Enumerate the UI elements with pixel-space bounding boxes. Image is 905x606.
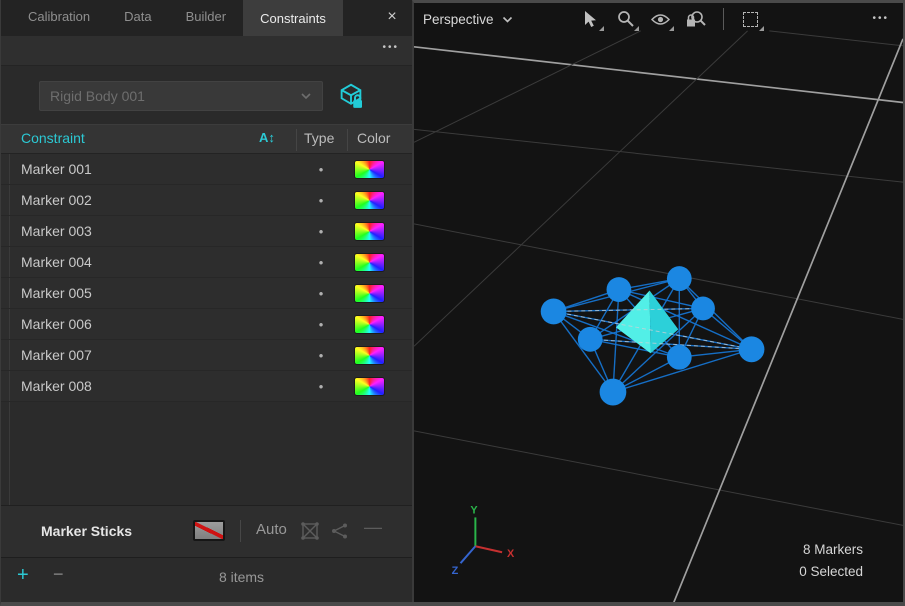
application-window: Calibration Data Builder Constraints × •…: [0, 0, 905, 606]
marker-sphere[interactable]: [667, 345, 692, 370]
constraint-type-dot: •: [309, 162, 333, 177]
hud-selected-count: 0 Selected: [799, 561, 863, 583]
viewport-menu-ellipsis-icon[interactable]: •••: [872, 13, 889, 24]
remove-stick-icon[interactable]: —: [364, 517, 382, 538]
constraint-color-swatch[interactable]: [354, 346, 385, 365]
connect-all-markers-icon[interactable]: [299, 521, 321, 546]
toolbar-divider: [240, 520, 241, 542]
axis-z-label: Z: [452, 565, 459, 577]
tab-constraints[interactable]: Constraints: [243, 0, 343, 36]
constraint-type-dot: •: [309, 286, 333, 301]
selection-box-icon[interactable]: [741, 9, 761, 29]
marker-sphere[interactable]: [578, 327, 603, 352]
add-constraint-button[interactable]: +: [17, 564, 29, 587]
tab-calibration[interactable]: Calibration: [11, 0, 107, 33]
remove-constraint-button[interactable]: −: [53, 564, 64, 585]
constraints-panel: Calibration Data Builder Constraints × •…: [1, 0, 412, 602]
constraint-name: Marker 005: [21, 285, 92, 301]
constraint-name: Marker 007: [21, 347, 92, 363]
close-icon[interactable]: ×: [380, 5, 404, 29]
marker-sphere[interactable]: [607, 277, 632, 302]
column-type[interactable]: Type: [304, 130, 334, 146]
constraint-color-swatch[interactable]: [354, 191, 385, 210]
rigid-body-dropdown-value: Rigid Body 001: [50, 88, 145, 104]
panel-sub-toolbar: •••: [1, 36, 412, 66]
marker-sticks-label: Marker Sticks: [41, 523, 132, 539]
constraint-type-dot: •: [309, 317, 333, 332]
constraint-row[interactable]: Marker 001 •: [1, 154, 412, 185]
constraint-color-swatch[interactable]: [354, 284, 385, 303]
constraint-color-swatch[interactable]: [354, 160, 385, 179]
zoom-lock-icon[interactable]: [686, 9, 706, 29]
sort-icon[interactable]: A↕: [259, 130, 275, 145]
constraint-table-header: Constraint A↕ Type Color: [1, 124, 412, 154]
zoom-magnifier-icon[interactable]: [616, 9, 636, 29]
tab-data[interactable]: Data: [107, 0, 168, 33]
constraint-color-swatch[interactable]: [354, 377, 385, 396]
3d-viewport[interactable]: Y X Z Perspective: [412, 0, 905, 602]
column-color[interactable]: Color: [357, 130, 390, 146]
constraint-name: Marker 008: [21, 378, 92, 394]
constraint-name: Marker 004: [21, 254, 92, 270]
selection-hud: 8 Markers 0 Selected: [799, 539, 863, 583]
axis-gizmo: Y X Z: [452, 504, 515, 577]
constraint-name: Marker 001: [21, 161, 92, 177]
3d-viewport-canvas[interactable]: Y X Z: [414, 3, 903, 602]
marker-stick: [679, 279, 751, 350]
marker-sticks-section: Marker Sticks Auto: [1, 505, 412, 557]
panel-tabbar: Calibration Data Builder Constraints ×: [1, 0, 412, 36]
constraint-name: Marker 003: [21, 223, 92, 239]
constraint-list: Marker 001•Marker 002•Marker 003•Marker …: [1, 154, 412, 402]
constraint-row[interactable]: Marker 008 •: [1, 371, 412, 402]
camera-label: Perspective: [423, 12, 494, 27]
constraint-name: Marker 002: [21, 192, 92, 208]
constraint-type-dot: •: [309, 348, 333, 363]
constraint-row[interactable]: Marker 003 •: [1, 216, 412, 247]
axis-x-label: X: [507, 548, 515, 560]
constraint-type-dot: •: [309, 224, 333, 239]
stick-color-swatch[interactable]: [193, 520, 225, 541]
auto-sticks-label[interactable]: Auto: [256, 521, 287, 538]
rigid-body-dropdown[interactable]: Rigid Body 001: [39, 81, 323, 111]
select-cursor-icon[interactable]: [581, 9, 601, 29]
items-count: 8 items: [71, 569, 412, 585]
constraint-type-dot: •: [309, 379, 333, 394]
connect-sequence-icon[interactable]: [329, 521, 351, 546]
camera-selector[interactable]: Perspective: [423, 12, 513, 27]
viewport-toolbar: Perspective: [414, 3, 903, 35]
constraint-color-swatch[interactable]: [354, 253, 385, 272]
constraint-row[interactable]: Marker 002 •: [1, 185, 412, 216]
constraint-name: Marker 006: [21, 316, 92, 332]
constraint-color-swatch[interactable]: [354, 315, 385, 334]
marker-sphere[interactable]: [667, 266, 692, 291]
constraint-row[interactable]: Marker 007 •: [1, 340, 412, 371]
marker-sphere[interactable]: [600, 379, 627, 406]
constraint-row[interactable]: Marker 005 •: [1, 278, 412, 309]
constraint-row[interactable]: Marker 004 •: [1, 247, 412, 278]
tab-builder[interactable]: Builder: [169, 0, 243, 33]
panel-footer: + − 8 items: [1, 557, 412, 597]
axis-y-label: Y: [470, 504, 478, 516]
constraint-type-dot: •: [309, 255, 333, 270]
marker-sphere[interactable]: [541, 299, 567, 325]
constraint-type-dot: •: [309, 193, 333, 208]
rigid-body-selector-row: Rigid Body 001: [1, 66, 412, 124]
column-divider: [296, 129, 297, 151]
column-constraint[interactable]: Constraint: [21, 130, 85, 146]
panel-menu-ellipsis-icon[interactable]: •••: [382, 42, 399, 53]
constraint-row[interactable]: Marker 006 •: [1, 309, 412, 340]
visibility-eye-icon[interactable]: [651, 9, 671, 29]
toolbar-divider: [723, 8, 724, 30]
rigid-body-lock-icon[interactable]: [333, 79, 369, 113]
chevron-down-icon: [300, 92, 312, 100]
rigid-body-scene: [541, 266, 765, 405]
chevron-down-icon: [502, 16, 513, 23]
constraint-color-swatch[interactable]: [354, 222, 385, 241]
column-divider: [347, 129, 348, 151]
marker-sphere[interactable]: [739, 336, 765, 362]
marker-sphere[interactable]: [691, 297, 715, 321]
marker-stick: [554, 311, 613, 392]
hud-marker-count: 8 Markers: [799, 539, 863, 561]
